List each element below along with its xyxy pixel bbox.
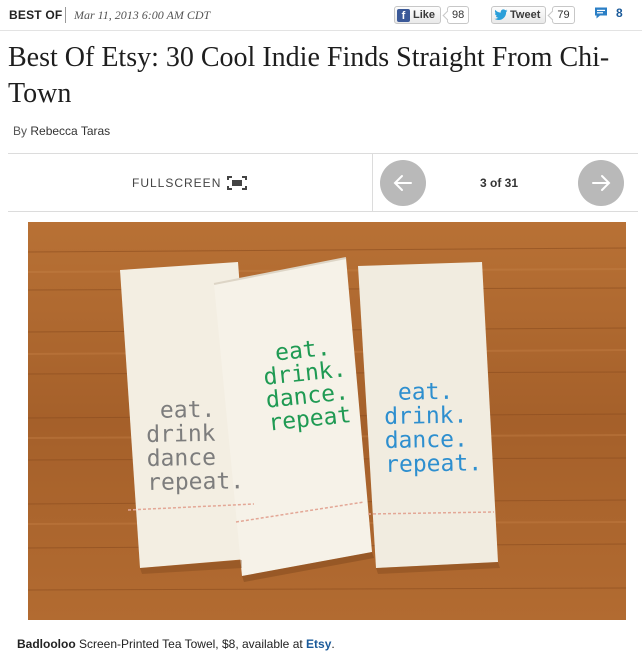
like-label: Like bbox=[413, 9, 436, 21]
tweet-button[interactable]: Tweet bbox=[491, 6, 547, 24]
towel-print-line: repeat. bbox=[385, 450, 482, 478]
caption-text: Screen-Printed Tea Towel, $8, available … bbox=[75, 637, 307, 651]
fullscreen-icon bbox=[227, 176, 248, 190]
article-meta-bar: BEST OF Mar 11, 2013 6:00 AM CDT f Like … bbox=[0, 0, 642, 31]
previous-slide-button[interactable] bbox=[380, 160, 426, 206]
facebook-like-button[interactable]: f Like bbox=[394, 6, 442, 24]
next-slide-button[interactable] bbox=[578, 160, 624, 206]
facebook-icon: f bbox=[397, 8, 410, 22]
tweet-label: Tweet bbox=[510, 9, 541, 21]
slide-photo: eat. drink dance repeat. eat. drink. dance. rep… bbox=[28, 222, 626, 620]
slide-counter: 3 of 31 bbox=[480, 176, 519, 190]
nav-separator bbox=[372, 154, 373, 211]
slide-caption: Badlooloo Screen-Printed Tea Towel, $8, … bbox=[17, 637, 335, 651]
caption-link[interactable]: Etsy bbox=[306, 637, 331, 651]
tea-towels-image: eat.drinkdancerepeat.eat.drink.dance.rep… bbox=[28, 222, 626, 620]
tweet-count: 79 bbox=[552, 6, 575, 24]
slideshow-nav: FULLSCREEN 3 of 31 bbox=[8, 153, 638, 212]
twitter-bird-icon bbox=[494, 9, 508, 21]
arrow-right-icon bbox=[592, 175, 611, 191]
section-label[interactable]: BEST OF bbox=[9, 8, 62, 22]
towel-print-line: repeat. bbox=[147, 468, 244, 496]
article-title: Best Of Etsy: 30 Cool Indie Finds Straig… bbox=[8, 42, 610, 109]
meta-divider bbox=[65, 7, 66, 23]
caption-vendor[interactable]: Badlooloo bbox=[17, 637, 76, 651]
tweet-widget: Tweet 79 bbox=[491, 5, 575, 25]
comment-count: 8 bbox=[616, 6, 623, 20]
dateline: Mar 11, 2013 6:00 AM CDT bbox=[74, 8, 211, 22]
towel-print-line: eat. bbox=[160, 397, 216, 424]
comment-count-link[interactable]: 8 bbox=[594, 6, 623, 20]
fullscreen-label: FULLSCREEN bbox=[132, 176, 222, 190]
towel-print-line: eat. bbox=[398, 379, 454, 406]
caption-end: . bbox=[331, 637, 335, 651]
author-name[interactable]: Rebecca Taras bbox=[30, 124, 110, 138]
towel-print-line: drink bbox=[146, 421, 216, 448]
byline-prefix: By bbox=[13, 124, 28, 138]
facebook-like-widget: f Like 98 bbox=[394, 5, 470, 25]
like-count: 98 bbox=[447, 6, 470, 24]
arrow-left-icon bbox=[393, 175, 412, 191]
byline: By Rebecca Taras bbox=[13, 124, 110, 138]
speech-bubble-icon bbox=[595, 7, 607, 19]
towel-print-line: dance bbox=[146, 445, 216, 472]
fullscreen-button[interactable]: FULLSCREEN bbox=[132, 176, 248, 190]
